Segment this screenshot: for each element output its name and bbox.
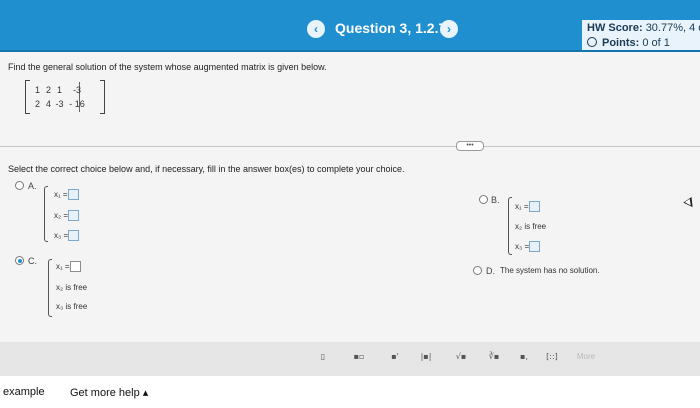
matrix-cell: -3 [72, 85, 81, 95]
points-value: 0 of 1 [642, 37, 670, 49]
choice-c-line: x₂ is free [56, 283, 88, 292]
answer-box[interactable] [68, 230, 80, 241]
choice-b-radio[interactable] [479, 195, 488, 204]
previous-question-icon[interactable]: ‹ [307, 20, 325, 38]
question-prompt: Find the general solution of the system … [8, 62, 327, 72]
choice-c-brace [48, 259, 52, 317]
choice-b-line: x₁ = [515, 201, 540, 212]
choice-c-radio[interactable] [15, 256, 24, 265]
answer-box[interactable] [528, 201, 540, 212]
choice-a-radio[interactable] [15, 181, 24, 190]
choice-c-text: x₁ = [56, 262, 70, 271]
choice-a-line: x₂ = [54, 210, 79, 221]
choice-d-text: The system has no solution. [500, 266, 600, 275]
answer-box[interactable] [68, 210, 79, 221]
question-title: Question 3, 1.2.7 [335, 20, 447, 36]
choice-a-text: x₂ = [54, 211, 68, 220]
choice-b-text: x₃ = [515, 242, 530, 251]
square-root-tool-icon[interactable]: √▪ [449, 349, 473, 365]
more-tools-button[interactable]: More [574, 349, 598, 365]
matrix-tool-icon[interactable]: [::] [540, 349, 564, 365]
choice-c-line: x₁ = [56, 261, 81, 272]
matrix-cell: -3 [55, 99, 64, 109]
choice-a-brace [44, 186, 48, 242]
choice-c-label: C. [28, 256, 37, 266]
get-more-help-button[interactable]: Get more help ▴ [70, 386, 148, 399]
matrix-cell: - 16 [69, 99, 85, 109]
points: Points: 0 of 1 [587, 37, 670, 49]
choice-b-line: x₃ = [515, 241, 541, 252]
choice-a-line: x₃ = [54, 230, 80, 241]
matrix-cell: 4 [45, 99, 51, 109]
choice-a-text: x₃ = [54, 231, 69, 240]
augmented-matrix: 1 2 1 -3 2 4 -3- 16 [25, 80, 105, 114]
choice-b-text: x₁ = [515, 202, 529, 211]
mixed-number-tool-icon[interactable]: ▪▫ [347, 349, 371, 365]
matrix-cell: 1 [56, 85, 62, 95]
matrix-cell: 2 [45, 85, 51, 95]
choice-c-line: x₃ is free [56, 302, 88, 311]
matrix-cell: 1 [34, 85, 40, 95]
choice-b-line: x₂ is free [515, 222, 547, 231]
points-circle-icon [587, 37, 597, 47]
answer-box[interactable] [69, 261, 81, 272]
matrix-left-bracket [25, 80, 30, 114]
choice-b-label: B. [491, 195, 500, 205]
section-divider [0, 146, 700, 147]
hw-score-value: 30.77%, 4 of [645, 22, 700, 34]
choice-b-brace [508, 197, 512, 255]
absolute-value-tool-icon[interactable]: |▪| [414, 349, 438, 365]
example-link[interactable]: example [3, 386, 45, 398]
matrix-right-bracket [100, 80, 105, 114]
hw-score-label: HW Score: [587, 22, 643, 34]
expand-more-button[interactable]: ••• [456, 141, 484, 151]
answer-box[interactable] [67, 189, 79, 200]
choice-a-line: x₁ = [54, 189, 79, 200]
matrix-cell: 2 [34, 99, 40, 109]
hw-score: HW Score: 30.77%, 4 of [587, 22, 700, 34]
matrix-row: 1 2 1 -3 [32, 85, 89, 95]
answer-box[interactable] [529, 241, 541, 252]
instruction-text: Select the correct choice below and, if … [8, 164, 405, 174]
choice-d-radio[interactable] [473, 266, 482, 275]
next-question-icon[interactable]: › [440, 20, 458, 38]
exponent-tool-icon[interactable]: ▪' [383, 349, 407, 365]
choice-a-label: A. [28, 181, 37, 191]
choice-a-text: x₁ = [54, 190, 68, 199]
fraction-tool-icon[interactable]: ▯ [311, 349, 335, 365]
choice-d-label: D. [486, 266, 495, 276]
subscript-tool-icon[interactable]: ▪, [512, 349, 536, 365]
nth-root-tool-icon[interactable]: ∛▪ [482, 349, 506, 365]
matrix-row: 2 4 -3 - 16 [32, 99, 89, 109]
points-label: Points: [602, 37, 640, 49]
